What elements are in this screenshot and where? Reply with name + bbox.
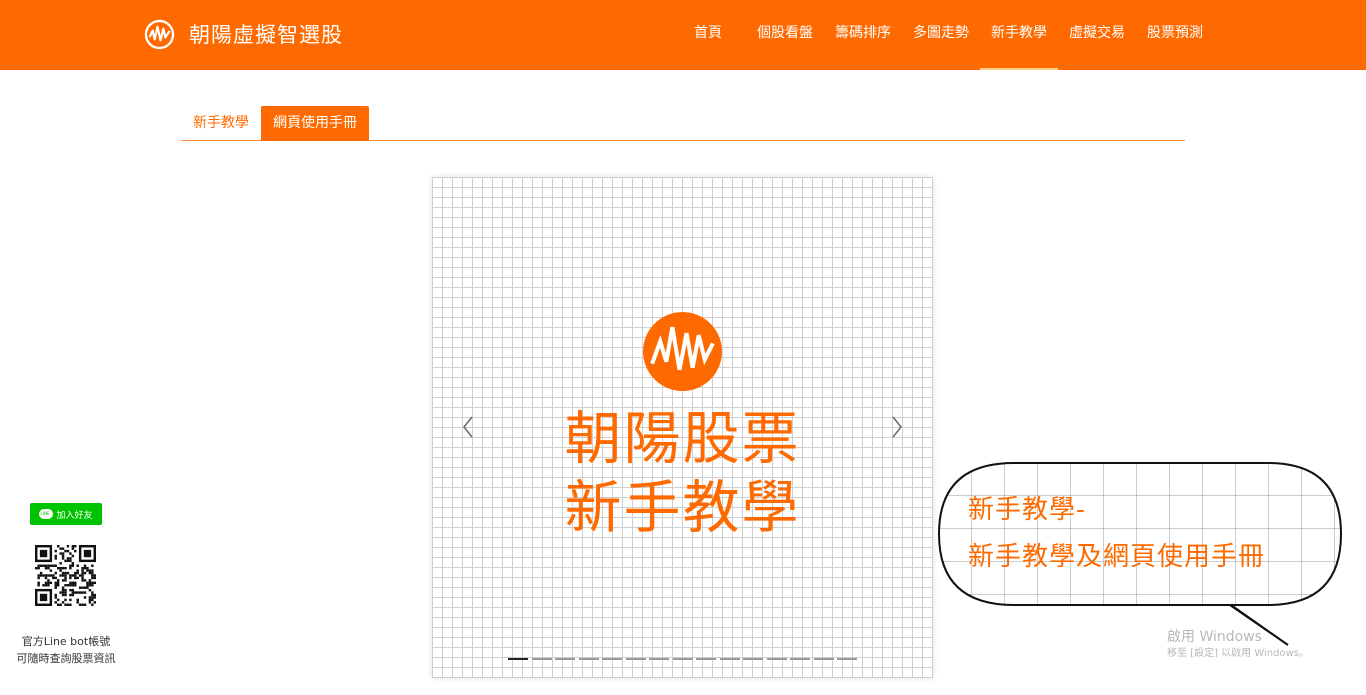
- carousel-indicator[interactable]: [578, 658, 599, 660]
- pulse-logo-icon: [144, 19, 175, 49]
- tab-web-manual[interactable]: 網頁使用手冊: [261, 106, 369, 141]
- line-caption-2: 可隨時查詢股票資訊: [16, 652, 116, 665]
- line-icon: [39, 509, 54, 519]
- carousel-next-icon[interactable]: [885, 415, 907, 439]
- main-nav: 首頁 個股看盤 籌碼排序 多圖走勢 新手教學 虛擬交易 股票預測: [680, 0, 1214, 70]
- carousel-indicator[interactable]: [743, 658, 763, 660]
- carousel-indicator[interactable]: [837, 658, 857, 660]
- nav-item-chip-ranking[interactable]: 籌碼排序: [824, 0, 902, 70]
- nav-item-multi-chart[interactable]: 多圖走勢: [902, 0, 980, 70]
- brand[interactable]: 朝陽虛擬智選股: [144, 17, 343, 51]
- tutorial-tabs: 新手教學 網頁使用手冊: [181, 106, 1185, 141]
- carousel-indicator[interactable]: [696, 658, 716, 660]
- windows-activation-title: 啟用 Windows: [1167, 629, 1262, 645]
- qr-code: [35, 545, 96, 606]
- carousel-indicator[interactable]: [602, 658, 622, 660]
- nav-item-home[interactable]: 首頁: [680, 0, 746, 70]
- carousel-indicator[interactable]: [649, 658, 669, 660]
- bubble-text-line2: 新手教學及網頁使用手冊: [968, 542, 1266, 572]
- carousel-indicator[interactable]: [508, 658, 528, 660]
- carousel-indicator[interactable]: [813, 658, 834, 660]
- bubble-text-line1: 新手教學-: [968, 495, 1086, 525]
- carousel-indicator[interactable]: [625, 658, 646, 660]
- nav-item-virtual-trade[interactable]: 虛擬交易: [1058, 0, 1136, 70]
- nav-item-stock-view[interactable]: 個股看盤: [746, 0, 824, 70]
- line-add-friend-button[interactable]: 加入好友: [30, 503, 102, 525]
- tutorial-carousel: 朝陽股票 新手教學: [432, 177, 933, 678]
- carousel-indicator[interactable]: [672, 658, 693, 660]
- windows-activation-subtitle: 移至 [設定] 以啟用 Windows。: [1167, 648, 1309, 659]
- nav-item-tutorial[interactable]: 新手教學: [980, 0, 1058, 70]
- tab-beginner-tutorial[interactable]: 新手教學: [181, 106, 261, 141]
- carousel-indicator[interactable]: [719, 658, 740, 660]
- top-navbar: 朝陽虛擬智選股 首頁 個股看盤 籌碼排序 多圖走勢 新手教學 虛擬交易 股票預測: [0, 0, 1366, 70]
- slide-title-line2: 新手教學: [564, 475, 801, 541]
- brand-name: 朝陽虛擬智選股: [189, 23, 343, 47]
- carousel-indicator[interactable]: [555, 658, 575, 660]
- slide-pulse-logo-icon: [643, 312, 722, 391]
- carousel-indicator[interactable]: [531, 658, 552, 660]
- line-add-friend-label: 加入好友: [56, 510, 93, 521]
- carousel-indicators: [508, 658, 861, 660]
- nav-item-prediction[interactable]: 股票預測: [1136, 0, 1214, 70]
- carousel-prev-icon[interactable]: [458, 415, 480, 439]
- carousel-indicator[interactable]: [790, 658, 810, 660]
- slide-title-line1: 朝陽股票: [564, 406, 801, 472]
- line-caption-1: 官方Line bot帳號: [21, 635, 111, 648]
- carousel-indicator[interactable]: [766, 658, 787, 660]
